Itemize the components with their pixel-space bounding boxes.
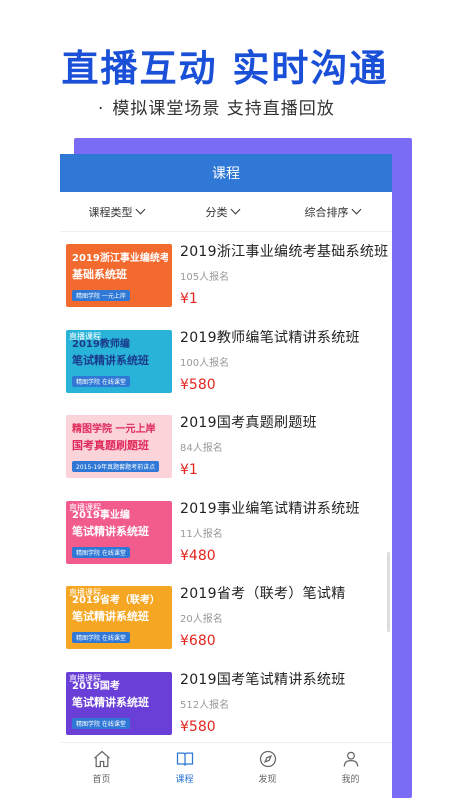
thumbnail-headline: 2019省考（联考） <box>72 595 160 606</box>
nav-label: 我的 <box>341 775 360 785</box>
enroll-count: 512人报名 <box>180 699 230 711</box>
course-list: 2019浙江事业编统考 基础系统班 精图学院 一元上岸 2019浙江事业编统考基础系统… <box>60 241 392 754</box>
course-thumbnail: 直播课程 2019教师编 笔试精讲系统班 精图学院 在线课堂 <box>66 329 172 393</box>
chevron-down-icon <box>230 204 240 215</box>
enroll-count: 11人报名 <box>180 528 223 540</box>
course-thumbnail: 精图学院 一元上岸 国考真题刷题班 2015-19年真题套题考前讲点 <box>66 415 172 478</box>
thumbnail-caption: 精图学院 在线课堂 <box>72 632 130 643</box>
nav-label: 首页 <box>92 775 111 785</box>
nav-profile[interactable]: 我的 <box>309 743 392 800</box>
filter-label: 综合排序 <box>304 205 349 219</box>
course-title: 2019省考（联考）笔试精 <box>180 586 346 602</box>
thumbnail-caption: 精图学院 在线课堂 <box>72 546 130 558</box>
filter-category[interactable]: 分类 <box>172 204 272 220</box>
header-title: 课程 <box>212 166 240 182</box>
filter-course-type[interactable]: 课程类型 <box>60 204 172 220</box>
thumbnail-caption: 精图学院 在线课堂 <box>72 375 130 387</box>
chevron-down-icon <box>135 204 145 215</box>
enroll-count: 20人报名 <box>180 614 223 625</box>
thumbnail-subheadline: 国考真题刷题班 <box>72 439 149 452</box>
thumbnail-headline: 精图学院 一元上岸 <box>72 424 156 435</box>
course-title: 2019浙江事业编统考基础系统班 <box>180 244 389 260</box>
course-price: ¥580 <box>180 376 216 393</box>
course-thumbnail: 直播课程 2019国考 笔试精讲系统班 精图学院 在线课堂 <box>66 671 172 735</box>
thumbnail-headline: 2019国考 <box>72 680 120 692</box>
chevron-down-icon <box>351 204 361 215</box>
thumbnail-subheadline: 笔试精讲系统班 <box>72 610 149 623</box>
course-thumbnail: 2019浙江事业编统考 基础系统班精图学院 一元上岸 <box>66 244 172 307</box>
nav-home[interactable]: 首页 <box>60 743 143 800</box>
nav-label: 发现 <box>258 775 277 785</box>
course-title: 2019国考真题刷题班 <box>180 415 317 431</box>
course-item[interactable]: 直播课程 2019省考（联考） 笔试精讲系统班 精图学院 在线课堂 2019省考（联考）… <box>60 583 392 669</box>
thumbnail-headline: 2019浙江事业编统考 <box>72 253 168 264</box>
course-thumbnail: 直播课程 2019事业编 笔试精讲系统班 精图学院 在线课堂 <box>66 500 172 564</box>
course-price: ¥480 <box>180 547 216 564</box>
course-thumbnail: 直播课程 2019省考（联考） 笔试精讲系统班 精图学院 在线课堂 <box>66 586 172 649</box>
book-icon <box>176 752 193 766</box>
nav-courses[interactable]: 课程 <box>143 743 226 800</box>
course-title: 2019国考笔试精讲系统班 <box>180 671 346 688</box>
subtitle-text: 模拟课堂场景 支持直播回放 <box>112 99 335 119</box>
nav-label: 课程 <box>175 775 194 785</box>
scrollbar[interactable] <box>387 552 390 632</box>
phone-screen: 课程 课程类型 分类 综合排序 2019浙江事业编统考 基础系统班精图学院 一元上… <box>60 154 392 800</box>
bottom-nav: 首页 课程 发现 我的 <box>60 742 392 800</box>
thumbnail-subheadline: 基础系统班 <box>72 268 127 281</box>
course-price: ¥1 <box>180 291 198 307</box>
app-header: 课程 <box>60 154 392 192</box>
course-item[interactable]: 精图学院 一元上岸 国考真题刷题班 2015-19年真题套题考前讲点 2019国考真题… <box>60 412 392 498</box>
thumbnail-headline: 2019教师编 <box>72 338 130 350</box>
enroll-count: 105人报名 <box>180 272 230 283</box>
thumbnail-caption: 精图学院 一元上岸 <box>72 290 130 301</box>
thumbnail-caption: 精图学院 在线课堂 <box>72 717 130 729</box>
thumbnail-subheadline: 笔试精讲系统班 <box>72 524 149 538</box>
thumbnail-subheadline: 笔试精讲系统班 <box>72 695 149 709</box>
enroll-count: 84人报名 <box>180 443 223 454</box>
nav-discover[interactable]: 发现 <box>226 743 309 800</box>
home-icon <box>93 750 110 768</box>
course-price: ¥580 <box>180 718 216 735</box>
filter-label: 分类 <box>205 205 228 219</box>
compass-icon <box>259 750 276 768</box>
thumbnail-headline: 2019事业编 <box>72 509 130 521</box>
filter-sort[interactable]: 综合排序 <box>272 204 392 220</box>
promo-title: 直播互动 实时沟通 <box>61 47 389 90</box>
course-title: 2019教师编笔试精讲系统班 <box>180 329 360 346</box>
filter-bar: 课程类型 分类 综合排序 <box>60 192 392 232</box>
enroll-count: 100人报名 <box>180 357 230 369</box>
course-item[interactable]: 直播课程 2019教师编 笔试精讲系统班 精图学院 在线课堂 2019教师编笔试精讲系统… <box>60 327 392 413</box>
user-icon <box>343 751 358 767</box>
promo-subtitle: · 模拟课堂场景 支持直播回放 <box>98 94 335 119</box>
course-price: ¥1 <box>180 462 198 478</box>
course-title: 2019事业编笔试精讲系统班 <box>180 500 360 517</box>
thumbnail-caption: 2015-19年真题套题考前讲点 <box>72 461 160 472</box>
subtitle-bullet: · <box>98 99 105 119</box>
filter-label: 课程类型 <box>88 205 133 219</box>
course-item[interactable]: 2019浙江事业编统考 基础系统班 精图学院 一元上岸 2019浙江事业编统考基础系统… <box>60 241 392 327</box>
course-item[interactable]: 直播课程 2019事业编 笔试精讲系统班 精图学院 在线课堂 2019事业编笔试精讲系统… <box>60 498 392 584</box>
thumbnail-subheadline: 笔试精讲系统班 <box>72 353 149 367</box>
course-price: ¥680 <box>180 633 216 649</box>
